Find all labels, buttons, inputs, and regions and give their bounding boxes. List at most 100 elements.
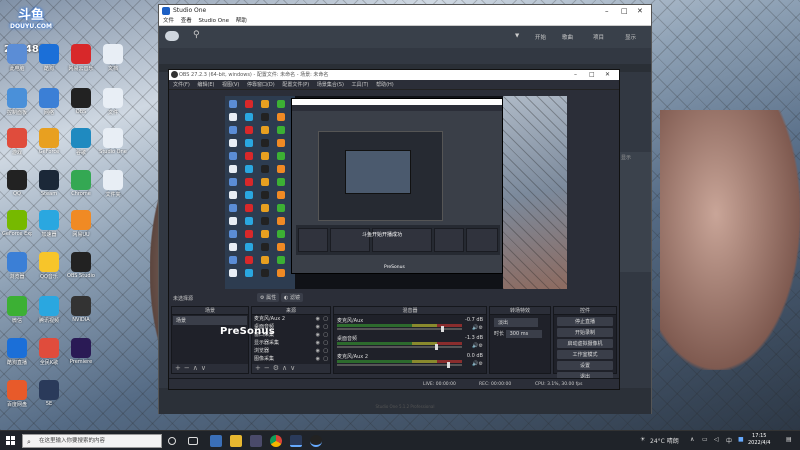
obs-menu-tools[interactable]: 工具(T) (352, 82, 369, 88)
desktop-icon[interactable]: 网络 (34, 88, 64, 116)
volume-fader[interactable] (337, 364, 462, 366)
duration-input[interactable]: 300 ms (505, 330, 542, 338)
obs-taskbar-icon[interactable] (310, 435, 322, 447)
speaker-icon[interactable]: 🔊⚙ (472, 361, 483, 367)
windows-start-icon[interactable] (6, 436, 16, 446)
so-song-button[interactable]: 歌曲 (562, 33, 573, 41)
desktop-icon[interactable]: NVIDIA (66, 296, 96, 323)
desktop-icon[interactable]: 酷狗直播 (2, 338, 32, 366)
add-scene-icon[interactable]: + (175, 364, 184, 372)
move-down-icon[interactable]: ∨ (201, 364, 209, 372)
obs-maximize-icon[interactable]: □ (589, 70, 595, 80)
weather-text[interactable]: 24°C 晴朗 (650, 436, 679, 445)
remove-scene-icon[interactable]: − (184, 364, 193, 372)
lock-icon[interactable]: ▢ (323, 355, 328, 363)
store-icon[interactable] (250, 435, 262, 447)
control-button[interactable]: 停止直播 (557, 317, 613, 326)
desktop-icon[interactable]: 网易UU (66, 210, 96, 238)
desktop-icon[interactable]: 5E (34, 380, 64, 407)
down-icon[interactable]: ▼ (515, 33, 519, 39)
desktop-icon[interactable]: 百度网盘 (2, 380, 32, 408)
source-settings-icon[interactable]: ⚙ (273, 364, 282, 372)
network-icon[interactable]: ▭ (702, 436, 708, 443)
share-icon[interactable]: ⚲ (193, 30, 200, 40)
tray-up-icon[interactable]: ∧ (690, 436, 694, 443)
desktop-icon[interactable]: 游戏 (2, 128, 32, 156)
eye-icon[interactable]: ◉ (316, 323, 320, 331)
desktop-icon[interactable]: Steam (34, 170, 64, 197)
weather-icon[interactable]: ☀ (640, 436, 645, 443)
eye-icon[interactable]: ◉ (316, 339, 320, 347)
desktop-icon[interactable]: GeForce Experience (2, 210, 32, 237)
obs-menu-view[interactable]: 视图(V) (222, 82, 239, 88)
obs-menu-docks[interactable]: 停靠窗口(D) (247, 82, 275, 88)
obs-menu-file[interactable]: 文件(F) (173, 82, 190, 88)
source-item[interactable]: 浏览器 ◉ ▢ (252, 347, 330, 355)
cloud-icon[interactable] (165, 31, 179, 41)
volume-icon[interactable]: ◁ (714, 436, 719, 443)
obs-window[interactable]: OBS 27.2.3 (64-bit, windows) - 配置文件: 未命名… (168, 69, 620, 390)
so-project-button[interactable]: 项目 (593, 33, 604, 41)
desktop-icon[interactable]: Studio One (98, 128, 128, 155)
lock-icon[interactable]: ▢ (323, 331, 328, 339)
desktop-icon[interactable]: 网易云音乐 (66, 44, 96, 72)
control-button[interactable]: 工作室模式 (557, 350, 613, 359)
eye-icon[interactable]: ◉ (316, 347, 320, 355)
so-menu-studio-one[interactable]: Studio One (199, 18, 229, 24)
desktop-icon[interactable]: OBS Studio (66, 252, 96, 279)
source-down-icon[interactable]: ∨ (290, 364, 298, 372)
remove-source-icon[interactable]: − (264, 364, 273, 372)
move-up-icon[interactable]: ∧ (193, 364, 201, 372)
desktop-icon[interactable]: 腾讯视频 (34, 296, 64, 324)
eye-icon[interactable]: ◉ (316, 315, 320, 323)
minimize-icon[interactable]: – (605, 5, 609, 17)
so-start-button[interactable]: 开始 (535, 33, 546, 41)
source-up-icon[interactable]: ∧ (282, 364, 290, 372)
system-clock[interactable]: 17:15 2022/4/4 (748, 433, 770, 447)
desktop-icon[interactable]: 控制面板 (2, 88, 32, 116)
desktop-icon[interactable]: 全民K歌 (34, 338, 64, 366)
desktop-icon[interactable]: 文档 (98, 44, 128, 72)
studio-one-titlebar[interactable]: Studio One – □ ✕ (159, 5, 651, 17)
source-item[interactable]: 麦克风/Aux 2 ◉ ▢ (252, 315, 330, 323)
desktop-icon[interactable]: 浏览器 (2, 252, 32, 280)
desktop-icon[interactable]: 酷狗 (34, 44, 64, 72)
close-icon[interactable]: ✕ (637, 5, 643, 17)
volume-fader[interactable] (337, 346, 462, 348)
scene-item[interactable]: 场景 (173, 316, 247, 325)
speaker-icon[interactable]: 🔊⚙ (472, 325, 483, 331)
desktop-icon[interactable]: Chrome (66, 170, 96, 197)
obs-menu-profile[interactable]: 配置文件(P) (282, 82, 309, 88)
desktop-icon[interactable]: QQ (2, 170, 32, 197)
edge-icon[interactable] (210, 435, 222, 447)
chrome-icon[interactable] (270, 435, 282, 447)
desktop-icon[interactable]: QQ音乐 (34, 252, 64, 280)
desktop-icon[interactable]: 微信 (2, 296, 32, 324)
obs-titlebar[interactable]: OBS 27.2.3 (64-bit, windows) - 配置文件: 未命名… (169, 70, 619, 80)
source-item[interactable]: 图像采集 ◉ ▢ (252, 355, 330, 363)
control-button[interactable]: 设置 (557, 361, 613, 370)
obs-menu-edit[interactable]: 编辑(E) (197, 82, 214, 88)
add-source-icon[interactable]: + (255, 364, 264, 372)
control-button[interactable]: 开始录制 (557, 328, 613, 337)
obs-minimize-icon[interactable]: – (574, 70, 577, 80)
transition-select[interactable]: 淡出 (494, 318, 538, 327)
lock-icon[interactable]: ▢ (323, 339, 328, 347)
lock-icon[interactable]: ▢ (323, 315, 328, 323)
task-view-icon[interactable] (188, 437, 198, 445)
fader-knob[interactable] (434, 344, 438, 350)
speaker-icon[interactable]: 🔊⚙ (472, 343, 483, 349)
lock-icon[interactable]: ▢ (323, 323, 328, 331)
obs-close-icon[interactable]: ✕ (605, 70, 610, 80)
so-menu-file[interactable]: 文件 (163, 18, 174, 24)
control-button[interactable]: 启动虚拟摄像机 (557, 339, 613, 348)
desktop-icon[interactable]: 文件 (98, 88, 128, 116)
desktop-icon[interactable]: OBS (66, 88, 96, 115)
so-show-button[interactable]: 显示 (625, 33, 636, 41)
desktop-icon[interactable]: 加速器 (34, 210, 64, 238)
eye-icon[interactable]: ◉ (316, 331, 320, 339)
desktop-icon[interactable]: 谷歌 (66, 128, 96, 156)
desktop-icon[interactable]: 文件夹 (98, 170, 128, 198)
fader-knob[interactable] (440, 326, 444, 332)
obs-preview[interactable]: 斗鱼开始开播成功 PreSonus (225, 96, 567, 289)
